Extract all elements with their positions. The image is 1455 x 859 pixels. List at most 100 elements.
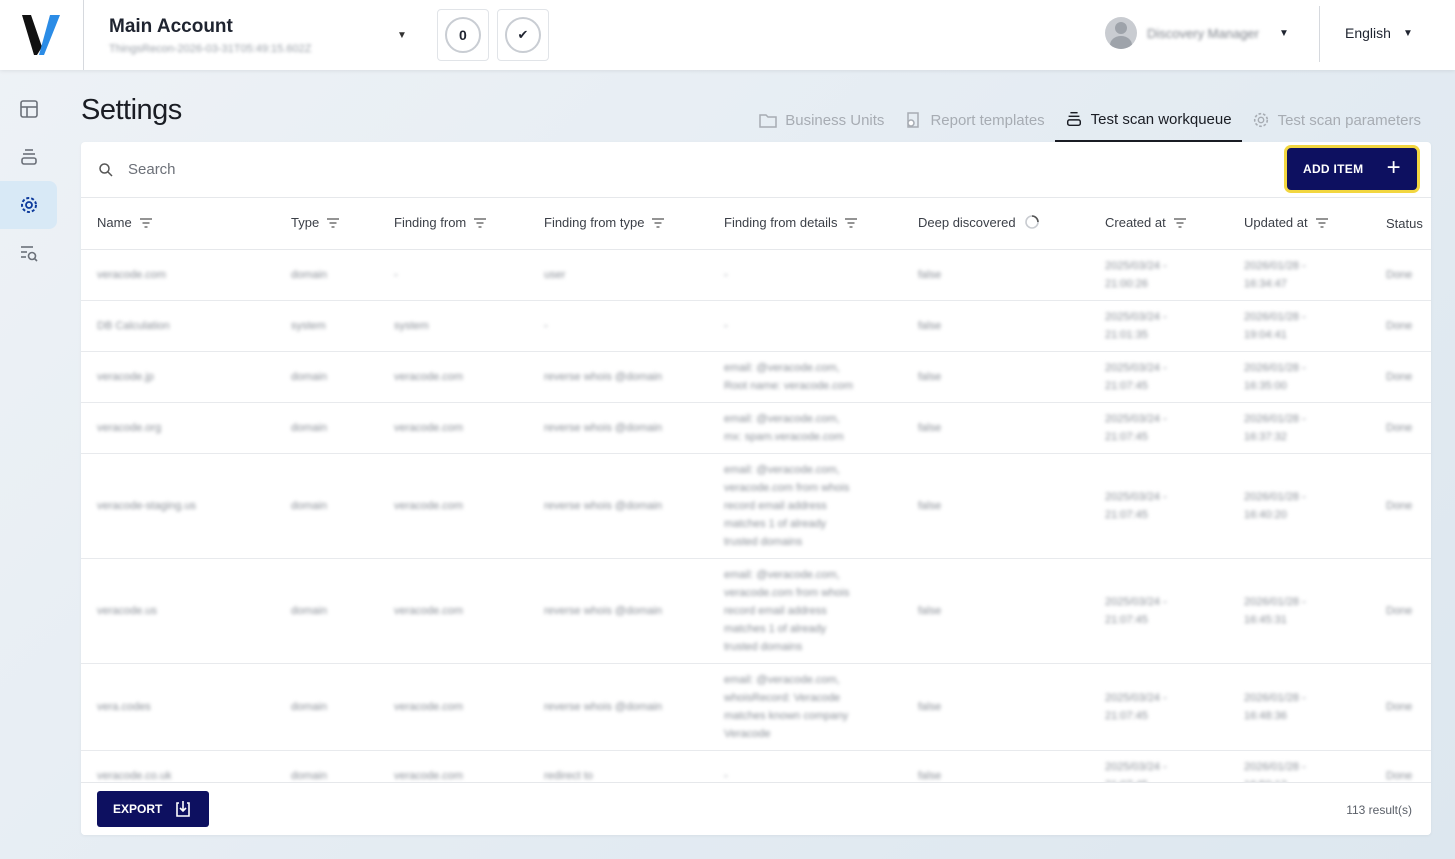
column-label: Finding from type bbox=[544, 215, 645, 231]
search-bar: ADD ITEM + bbox=[81, 142, 1431, 198]
column-header[interactable]: Finding from bbox=[378, 198, 528, 250]
table-cell: Done bbox=[1370, 558, 1431, 664]
column-header[interactable]: Finding from type bbox=[528, 198, 708, 250]
cell-text: 21:01:35 bbox=[1105, 328, 1148, 341]
cell-text: 21:07:45 bbox=[1105, 379, 1148, 392]
table-cell: email: @veracode.com, mx: spam.veracode.c… bbox=[708, 402, 902, 454]
tab-business-units[interactable]: Business Units bbox=[749, 98, 894, 142]
table-cell: reverse whois @domain bbox=[528, 453, 708, 559]
tab-report-templates[interactable]: Report templates bbox=[894, 98, 1054, 142]
table-cell: 2025/03/24 - 21:07:45 bbox=[1089, 558, 1228, 664]
table-cell: veracode.com bbox=[378, 351, 528, 403]
filter-icon bbox=[139, 218, 152, 228]
counter-ring: 0 bbox=[444, 17, 481, 53]
language-selector[interactable]: English bbox=[1345, 25, 1391, 41]
account-selector[interactable]: Main Account ThingsRecon-2026-03-31T05:4… bbox=[109, 16, 399, 55]
filter-icon[interactable] bbox=[139, 216, 152, 231]
column-label: Type bbox=[291, 215, 320, 231]
table-cell: - bbox=[708, 249, 902, 301]
table-cell: system bbox=[378, 300, 528, 352]
cell-text: domain bbox=[291, 604, 328, 617]
table-cell: false bbox=[902, 663, 1089, 751]
tab-test-scan-parameters[interactable]: Test scan parameters bbox=[1242, 98, 1431, 142]
sidebar-item-dashboard[interactable] bbox=[0, 85, 57, 133]
cell-text: 16:48:36 bbox=[1244, 709, 1287, 722]
logo[interactable] bbox=[0, 0, 84, 70]
table-cell: false bbox=[902, 300, 1089, 352]
table-row[interactable]: veracode.org domain veracode.com reverse wh… bbox=[81, 402, 1431, 454]
check-status-button[interactable]: ✔ bbox=[496, 9, 549, 61]
sidebar-item-search-findings[interactable] bbox=[0, 229, 57, 277]
cell-text: false bbox=[918, 700, 942, 713]
user-caret-icon: ▼ bbox=[1279, 27, 1289, 39]
sidebar-item-settings[interactable] bbox=[0, 181, 57, 229]
filter-icon bbox=[474, 218, 487, 228]
table-cell: false bbox=[902, 249, 1089, 301]
cell-text: 2025/03/24 - bbox=[1105, 412, 1167, 425]
table-row[interactable]: veracode-staging.us domain veracode.com rev… bbox=[81, 453, 1431, 559]
user-menu[interactable]: Discovery Manager ▼ bbox=[1105, 17, 1289, 49]
cell-text: domain bbox=[291, 370, 328, 383]
table-cell: - bbox=[708, 300, 902, 352]
cell-text: user bbox=[544, 268, 566, 281]
filter-icon[interactable] bbox=[327, 216, 340, 231]
cell-text: 16:37:32 bbox=[1244, 430, 1287, 443]
column-header[interactable]: Type bbox=[275, 198, 378, 250]
filter-icon[interactable] bbox=[652, 216, 665, 231]
table-cell: veracode.com bbox=[378, 663, 528, 751]
table-cell: user bbox=[528, 249, 708, 301]
filter-icon bbox=[845, 218, 858, 228]
column-header[interactable]: Deep discovered bbox=[902, 198, 1089, 250]
cell-text: reverse whois @domain bbox=[544, 604, 663, 617]
cell-text: 16:45:31 bbox=[1244, 613, 1287, 626]
filter-icon bbox=[1173, 218, 1186, 228]
filter-icon[interactable] bbox=[845, 216, 858, 231]
filter-icon[interactable] bbox=[474, 216, 487, 231]
language-caret-icon[interactable]: ▼ bbox=[1403, 28, 1413, 39]
gear-icon bbox=[1253, 112, 1268, 128]
column-header[interactable]: Finding from details bbox=[708, 198, 902, 250]
cell-text: trusted domains bbox=[724, 535, 803, 548]
table-row[interactable]: veracode.jp domain veracode.com reverse who… bbox=[81, 351, 1431, 403]
cell-text: Done bbox=[1386, 370, 1413, 383]
filter-icon[interactable] bbox=[1315, 216, 1328, 231]
table-cell: veracode.us bbox=[81, 558, 275, 664]
cell-text: record email address bbox=[724, 604, 827, 617]
table-row[interactable]: veracode.us domain veracode.com reverse who… bbox=[81, 558, 1431, 664]
column-header[interactable]: Updated at bbox=[1228, 198, 1370, 250]
tab-test-scan-workqueue[interactable]: Test scan workqueue bbox=[1054, 98, 1242, 142]
account-caret-icon[interactable]: ▼ bbox=[397, 30, 407, 41]
sidebar-item-workqueue[interactable] bbox=[0, 133, 57, 181]
column-header[interactable]: Created at bbox=[1089, 198, 1228, 250]
table-cell: veracode.com bbox=[378, 558, 528, 664]
loading-spinner-icon[interactable] bbox=[1024, 214, 1040, 233]
cell-text: 2025/03/24 - bbox=[1105, 310, 1167, 323]
column-header[interactable]: Status bbox=[1370, 198, 1431, 250]
cell-text: email: @veracode.com, bbox=[724, 412, 840, 425]
column-header[interactable]: Name bbox=[81, 198, 275, 250]
settings-tabs: Business Units Report templates Test sca… bbox=[749, 96, 1431, 142]
export-button[interactable]: EXPORT bbox=[97, 791, 209, 827]
cell-text: veracode.com bbox=[394, 604, 464, 617]
table-cell: email: @veracode.com, veracode.com from w… bbox=[708, 558, 902, 664]
cell-text: veracode.us bbox=[97, 604, 157, 617]
cell-text: Done bbox=[1386, 604, 1413, 617]
cell-text: email: @veracode.com, bbox=[724, 568, 840, 581]
table-row[interactable]: DB Calculation system system - - false 2025/03… bbox=[81, 300, 1431, 352]
table-row[interactable]: vera.codes domain veracode.com reverse whoi… bbox=[81, 663, 1431, 751]
cell-text: trusted domains bbox=[724, 640, 803, 653]
table-row[interactable]: veracode.com domain - user - false 2025/03/24 … bbox=[81, 249, 1431, 301]
cell-text: false bbox=[918, 268, 942, 281]
add-item-button[interactable]: ADD ITEM + bbox=[1287, 148, 1417, 190]
veracode-logo-icon bbox=[21, 15, 60, 55]
cell-text: 2026/01/28 - bbox=[1244, 490, 1306, 503]
account-subtitle: ThingsRecon-2026-03-31T05:49:15.602Z bbox=[109, 42, 312, 55]
cell-text: 2025/03/24 - bbox=[1105, 259, 1167, 272]
filter-icon[interactable] bbox=[1173, 216, 1186, 231]
notification-counter[interactable]: 0 bbox=[436, 9, 489, 61]
table-cell: Done bbox=[1370, 249, 1431, 301]
table-cell: 2026/01/28 - 16:48:36 bbox=[1228, 663, 1370, 751]
filter-icon bbox=[327, 218, 340, 228]
search-input[interactable] bbox=[128, 161, 728, 178]
table-cell: reverse whois @domain bbox=[528, 351, 708, 403]
